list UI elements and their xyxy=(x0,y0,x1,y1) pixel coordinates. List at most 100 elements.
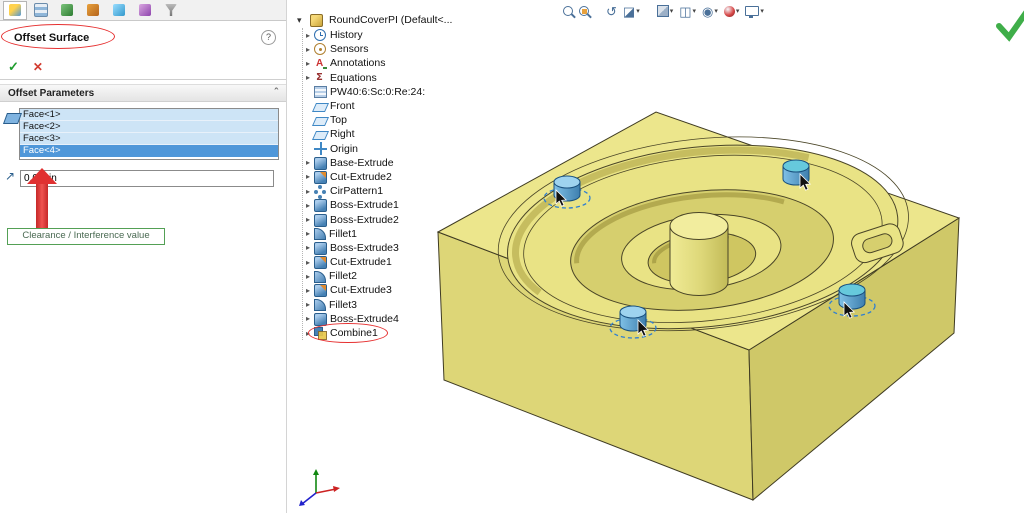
annotation-arrow xyxy=(27,168,57,228)
part-icon xyxy=(310,14,323,27)
expand-arrow-icon[interactable]: ▸ xyxy=(303,201,313,210)
view-settings-button[interactable]: ▾ xyxy=(742,5,767,17)
ok-button[interactable]: ✓ xyxy=(8,59,19,75)
panel-tab-display-manager[interactable] xyxy=(81,1,105,20)
view-orientation-button[interactable]: ▾ xyxy=(654,4,677,18)
tree-item-boss-extrude2[interactable]: ▸Boss-Extrude2 xyxy=(303,212,452,226)
plane-icon xyxy=(312,117,329,126)
tree-item-label: Cut-Extrude3 xyxy=(330,284,392,296)
tree-item-fillet2[interactable]: ▸Fillet2 xyxy=(303,269,452,283)
cam-operation-tree-icon xyxy=(139,4,151,16)
zoom-area-button[interactable] xyxy=(576,5,592,17)
tree-item-cut-extrude1[interactable]: ▸ Cut-Extrude1 xyxy=(303,255,452,269)
boss-extrude-icon xyxy=(314,313,327,326)
tree-item-label: Boss-Extrude3 xyxy=(330,242,399,254)
tree-item-top[interactable]: Top xyxy=(303,113,452,127)
face-list-item[interactable]: Face<2> xyxy=(20,121,278,133)
display-style-button[interactable]: ◫▾ xyxy=(676,4,699,19)
tree-item-boss-extrude3[interactable]: ▸ Boss-Extrude3 xyxy=(303,241,452,255)
panel-tab-filter[interactable] xyxy=(159,1,183,20)
expand-arrow-icon[interactable]: ▸ xyxy=(303,329,313,338)
help-button[interactable]: ? xyxy=(261,30,276,45)
tree-item-sensors[interactable]: ▸ Sensors xyxy=(303,42,452,56)
expand-arrow-icon[interactable]: ▸ xyxy=(303,187,313,196)
tree-item-history[interactable]: ▸ History xyxy=(303,28,452,42)
panel-tab-configuration-manager[interactable] xyxy=(29,1,53,20)
expand-arrow-icon[interactable]: ▸ xyxy=(303,172,313,181)
panel-tab-dimxpert-manager[interactable] xyxy=(55,1,79,20)
tree-item-boss-extrude4[interactable]: ▸Boss-Extrude4 xyxy=(303,312,452,326)
equations-icon xyxy=(314,71,327,84)
zoom-fit-button[interactable] xyxy=(560,5,576,17)
dropdown-arrow-icon[interactable]: ▾ xyxy=(636,7,640,15)
tree-item-label: Cut-Extrude1 xyxy=(330,256,392,268)
boss-extrude-icon xyxy=(314,214,327,227)
face-selection-list[interactable]: Face<1>Face<2>Face<3>Face<4> xyxy=(19,108,279,160)
tree-item-label: Top xyxy=(330,114,347,126)
tree-item-label: Sensors xyxy=(330,43,369,55)
expand-arrow-icon[interactable]: ▸ xyxy=(303,31,313,40)
center-post[interactable] xyxy=(670,213,728,296)
tree-item-cirpattern1[interactable]: ▸CirPattern1 xyxy=(303,184,452,198)
dropdown-arrow-icon[interactable]: ▾ xyxy=(736,7,740,15)
annotation-callout: Clearance / Interference value xyxy=(7,228,165,245)
tree-item-origin[interactable]: Origin xyxy=(303,142,452,156)
view-orientation-icon xyxy=(657,5,669,17)
tree-item-fillet3[interactable]: ▸Fillet3 xyxy=(303,298,452,312)
tree-item-label: Front xyxy=(330,100,355,112)
confirm-check-icon[interactable] xyxy=(999,7,1024,37)
expand-arrow-icon[interactable]: ▸ xyxy=(303,59,313,68)
propertymanager-icon xyxy=(9,4,21,16)
tree-item-label: History xyxy=(330,29,363,41)
expand-arrow-icon[interactable]: ▸ xyxy=(303,258,313,267)
tree-item-combine1[interactable]: ▸Combine1 xyxy=(303,326,452,340)
hide-show-items-button[interactable]: ◉▾ xyxy=(699,4,721,19)
tree-item-cut-extrude3[interactable]: ▸ Cut-Extrude3 xyxy=(303,283,452,297)
tree-item-right[interactable]: Right xyxy=(303,127,452,141)
expand-arrow-icon[interactable]: ▸ xyxy=(303,73,313,82)
expand-arrow-icon[interactable]: ▸ xyxy=(303,45,313,54)
face-list-item[interactable]: Face<3> xyxy=(20,133,278,145)
expand-arrow-icon[interactable]: ▸ xyxy=(303,229,313,238)
tree-item-label: Right xyxy=(330,128,355,140)
offset-distance-input[interactable] xyxy=(20,170,274,187)
offset-parameters-header[interactable]: Offset Parameters ˆ xyxy=(0,84,286,102)
expand-arrow-icon[interactable]: ▸ xyxy=(303,300,313,309)
face-list-item[interactable]: Face<1> xyxy=(20,109,278,121)
face-selection-row: Face<1>Face<2>Face<3>Face<4> xyxy=(0,108,286,160)
dropdown-arrow-icon[interactable]: ▾ xyxy=(714,7,718,15)
edit-appearance-button[interactable]: ▾ xyxy=(721,5,743,18)
dropdown-arrow-icon[interactable]: ▾ xyxy=(693,7,697,15)
expand-arrow-icon[interactable]: ▸ xyxy=(303,215,313,224)
cancel-button[interactable]: ✕ xyxy=(33,60,43,74)
dropdown-arrow-icon[interactable]: ▾ xyxy=(760,7,764,15)
tree-item-pw40-6-sc-0-re-24-[interactable]: PW40:6:Sc:0:Re:24: xyxy=(303,85,452,99)
panel-tab-cam-operation-tree[interactable] xyxy=(133,1,157,20)
tree-item-boss-extrude1[interactable]: ▸Boss-Extrude1 xyxy=(303,198,452,212)
tree-item-base-extrude[interactable]: ▸Base-Extrude xyxy=(303,156,452,170)
tree-root-item[interactable]: ▾ RoundCoverPI (Default<... xyxy=(297,12,452,28)
expand-arrow-icon[interactable]: ▸ xyxy=(303,158,313,167)
tree-item-fillet1[interactable]: ▸Fillet1 xyxy=(303,227,452,241)
tree-item-equations[interactable]: ▸Equations xyxy=(303,71,452,85)
tree-item-front[interactable]: Front xyxy=(303,99,452,113)
expand-arrow-icon[interactable]: ▸ xyxy=(303,286,313,295)
panel-tab-propertymanager[interactable] xyxy=(3,1,27,20)
panel-actions: ✓ ✕ xyxy=(0,56,286,80)
plane-icon xyxy=(312,103,329,112)
tree-item-annotations[interactable]: ▸Annotations xyxy=(303,56,452,70)
tree-item-cut-extrude2[interactable]: ▸Cut-Extrude2 xyxy=(303,170,452,184)
view-settings-icon xyxy=(745,6,759,16)
panel-tab-cam-feature-tree[interactable] xyxy=(107,1,131,20)
expand-arrow-icon[interactable]: ▸ xyxy=(303,272,313,281)
collapse-arrow-icon[interactable]: ▾ xyxy=(297,15,306,26)
cut-extrude-icon xyxy=(314,256,327,269)
configuration-manager-icon xyxy=(34,3,48,17)
collapse-chevron-icon[interactable]: ˆ xyxy=(274,87,278,99)
section-view-button[interactable]: ◪▾ xyxy=(620,4,643,19)
face-list-item[interactable]: Face<4> xyxy=(20,145,278,157)
dropdown-arrow-icon[interactable]: ▾ xyxy=(670,7,674,15)
expand-arrow-icon[interactable]: ▸ xyxy=(303,314,313,323)
previous-view-button[interactable]: ↺ xyxy=(603,4,620,19)
expand-arrow-icon[interactable]: ▸ xyxy=(303,243,313,252)
